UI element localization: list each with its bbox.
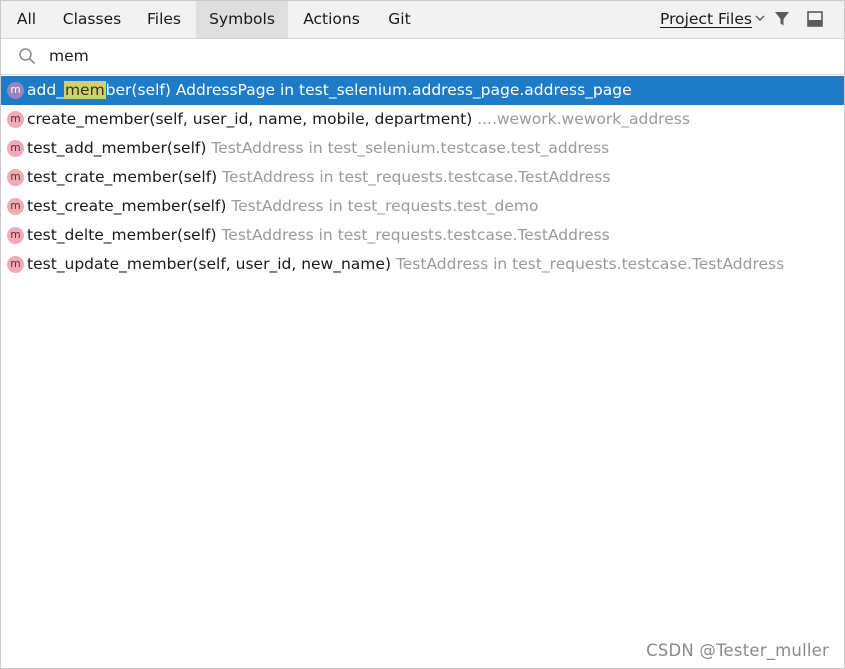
scope-dropdown[interactable]: Project Files bbox=[660, 1, 765, 38]
result-text: test_create_member(self) TestAddress in … bbox=[27, 192, 539, 221]
result-text: test_add_member(self) TestAddress in tes… bbox=[27, 134, 609, 163]
search-icon bbox=[19, 48, 35, 64]
panel-icon[interactable] bbox=[806, 10, 824, 28]
result-name-prefix: add_ bbox=[27, 81, 64, 99]
result-row[interactable]: m test_update_member(self, user_id, new_… bbox=[1, 250, 844, 279]
tab-files[interactable]: Files bbox=[132, 1, 196, 38]
result-location: TestAddress in test_selenium.testcase.te… bbox=[206, 139, 610, 157]
result-row[interactable]: m test_crate_member(self) TestAddress in… bbox=[1, 163, 844, 192]
result-row[interactable]: m test_add_member(self) TestAddress in t… bbox=[1, 134, 844, 163]
result-text: add_member(self) AddressPage in test_sel… bbox=[27, 76, 632, 105]
result-signature: test_create_member(self) bbox=[27, 197, 227, 215]
result-signature: test_crate_member(self) bbox=[27, 168, 218, 186]
search-row bbox=[1, 39, 844, 75]
result-row[interactable]: m test_delte_member(self) TestAddress in… bbox=[1, 221, 844, 250]
method-icon: m bbox=[7, 140, 24, 157]
scope-label: Project Files bbox=[660, 10, 752, 28]
result-signature: test_add_member(self) bbox=[27, 139, 207, 157]
result-location: TestAddress in test_requests.testcase.Te… bbox=[217, 168, 611, 186]
search-everywhere-popup: All Classes Files Symbols Actions Git Pr… bbox=[0, 0, 845, 669]
tab-classes[interactable]: Classes bbox=[52, 1, 132, 38]
result-location: AddressPage in test_selenium.address_pag… bbox=[170, 81, 632, 99]
search-input[interactable] bbox=[49, 43, 749, 69]
result-location: TestAddress in test_requests.test_demo bbox=[226, 197, 539, 215]
results-list: m add_member(self) AddressPage in test_s… bbox=[1, 76, 844, 279]
method-icon: m bbox=[7, 198, 24, 215]
result-location: TestAddress in test_requests.testcase.Te… bbox=[391, 255, 785, 273]
result-text: test_delte_member(self) TestAddress in t… bbox=[27, 221, 610, 250]
result-signature: test_update_member(self, user_id, new_na… bbox=[27, 255, 391, 273]
result-row[interactable]: m add_member(self) AddressPage in test_s… bbox=[1, 76, 844, 105]
tab-git[interactable]: Git bbox=[375, 1, 424, 38]
method-icon: m bbox=[7, 256, 24, 273]
result-text: test_crate_member(self) TestAddress in t… bbox=[27, 163, 610, 192]
tab-symbols[interactable]: Symbols bbox=[196, 1, 288, 38]
chevron-down-icon bbox=[755, 15, 765, 21]
result-row[interactable]: m create_member(self, user_id, name, mob… bbox=[1, 105, 844, 134]
result-location: ....wework.wework_address bbox=[472, 110, 690, 128]
method-icon: m bbox=[7, 111, 24, 128]
method-icon: m bbox=[7, 169, 24, 186]
result-text: test_update_member(self, user_id, new_na… bbox=[27, 250, 784, 279]
result-text: create_member(self, user_id, name, mobil… bbox=[27, 105, 690, 134]
tab-all[interactable]: All bbox=[1, 1, 52, 38]
result-location: TestAddress in test_requests.testcase.Te… bbox=[216, 226, 610, 244]
result-signature: create_member(self, user_id, name, mobil… bbox=[27, 110, 473, 128]
result-name-suffix: ber(self) bbox=[105, 81, 171, 99]
filter-icon[interactable] bbox=[773, 10, 791, 28]
tab-actions[interactable]: Actions bbox=[288, 1, 375, 38]
method-icon: m bbox=[7, 227, 24, 244]
match-highlight: mem bbox=[63, 81, 106, 99]
watermark: CSDN @Tester_muller bbox=[646, 641, 829, 660]
result-signature: test_delte_member(self) bbox=[27, 226, 217, 244]
method-icon: m bbox=[7, 82, 24, 99]
tab-bar: All Classes Files Symbols Actions Git Pr… bbox=[1, 1, 844, 39]
result-row[interactable]: m test_create_member(self) TestAddress i… bbox=[1, 192, 844, 221]
